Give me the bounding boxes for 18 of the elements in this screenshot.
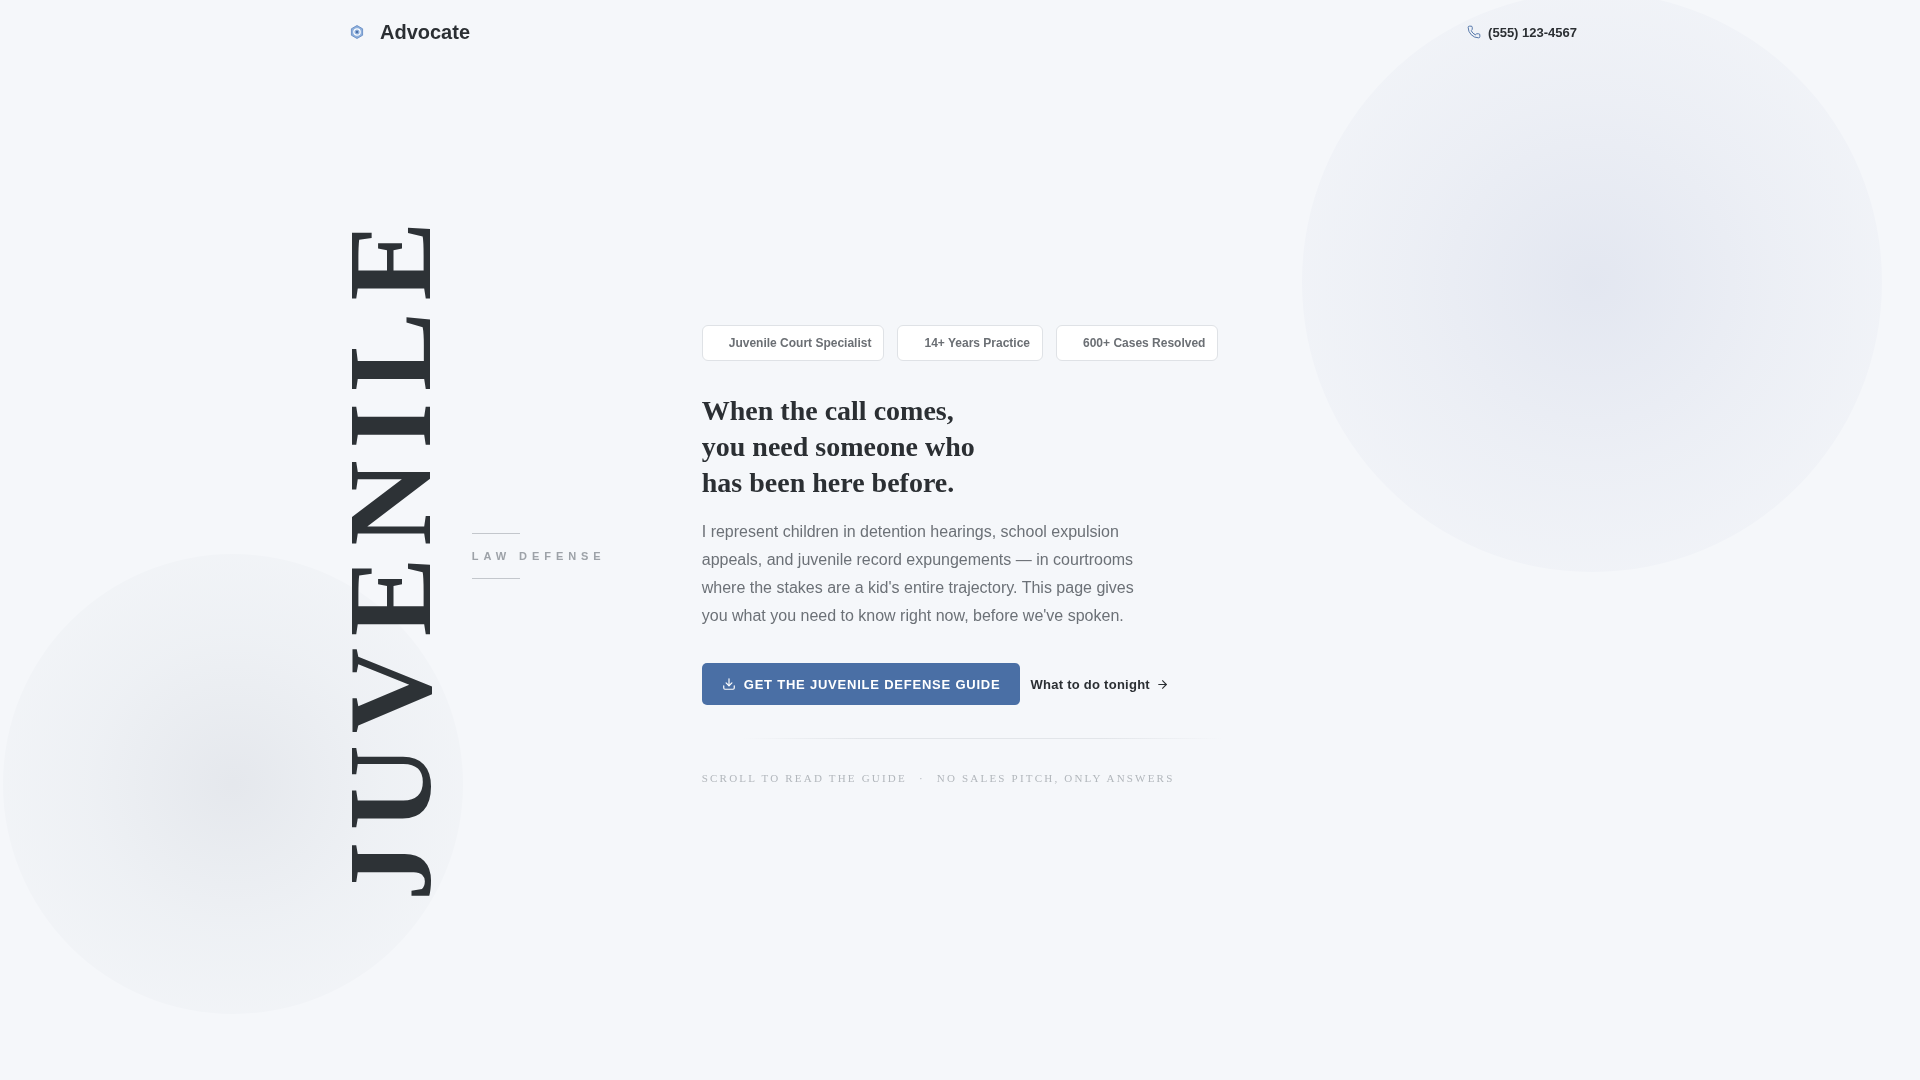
brand-name: Advocate: [380, 20, 471, 44]
hexagon-icon: [350, 25, 364, 39]
download-icon: [721, 677, 736, 692]
credential-badge: 600+ Cases Resolved: [1056, 325, 1219, 362]
arrow-right-icon: [1155, 677, 1169, 691]
phone-icon: [1467, 25, 1482, 39]
side-label: LAW DEFENSE: [471, 548, 606, 563]
credential-badge: 14+ Years Practice: [897, 325, 1043, 362]
what-to-do-link[interactable]: What to do tonight: [1030, 676, 1169, 692]
footnote-text: ·: [918, 771, 925, 787]
hero-title: When the call comes, you need someone who has been here before.: [701, 394, 975, 501]
phone-link[interactable]: (555) 123-4567: [1467, 24, 1577, 40]
footnote-text: NO SALES PITCH, ONLY ANSWERS: [936, 771, 1175, 787]
credential-badge: Juvenile Court Specialist: [701, 325, 885, 362]
footnote-text: SCROLL TO READ THE GUIDE: [701, 771, 907, 787]
vertical-heading: JUVENILE: [343, 210, 440, 902]
guide-download-button[interactable]: GET THE JUVENILE DEFENSE GUIDE: [701, 663, 1021, 706]
hero-description: I represent children in detention hearings, school expulsion appeals, and juvenile record expungements — in courtrooms where the stakes are a kid's entire trajectory. This page gives you what you need to know right now, before we've spoken.: [701, 522, 1135, 627]
